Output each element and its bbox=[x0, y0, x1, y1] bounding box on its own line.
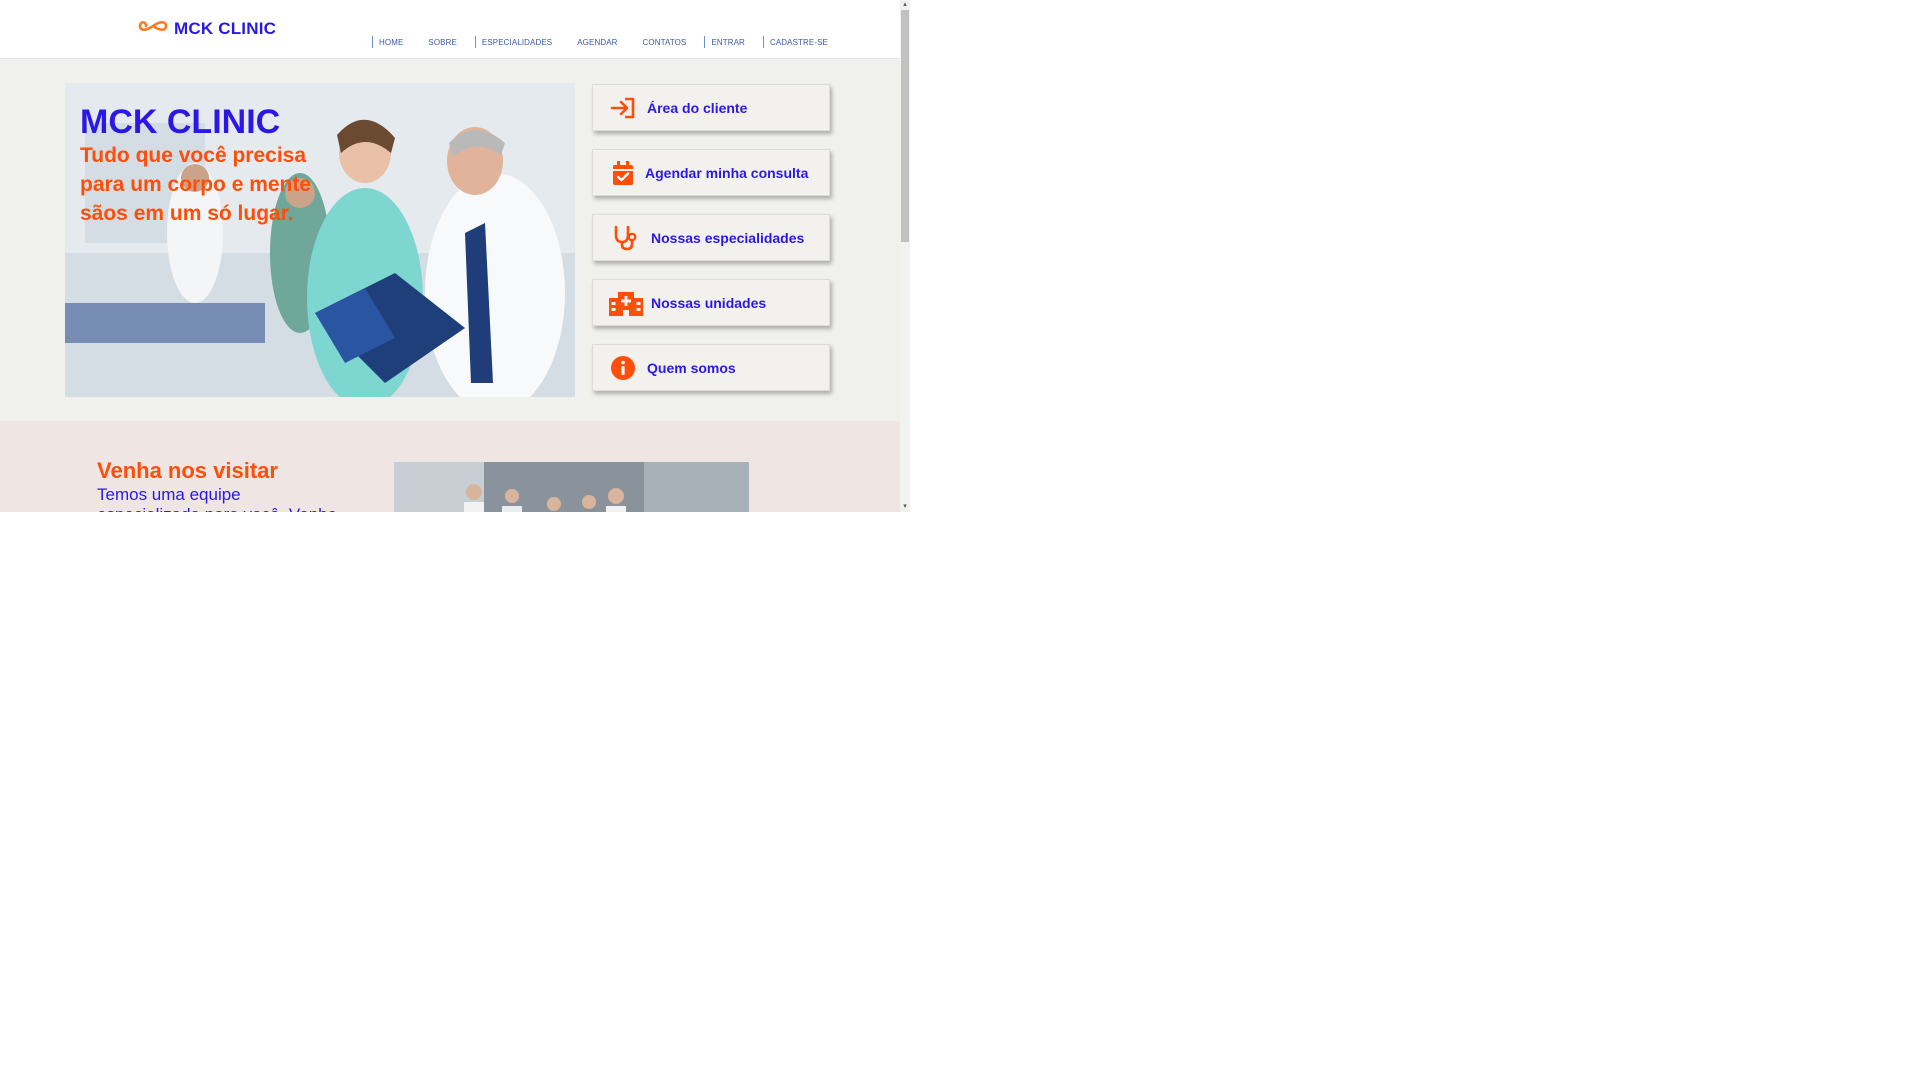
nav-label: HOME bbox=[379, 37, 404, 47]
hero-section: MCK CLINIC Tudo que você precisa para um… bbox=[0, 59, 900, 421]
hero-text: MCK CLINIC Tudo que você precisa para um… bbox=[80, 103, 340, 228]
info-icon bbox=[609, 354, 637, 382]
visit-title: Venha nos visitar bbox=[97, 458, 278, 483]
nav-separator bbox=[474, 36, 476, 48]
nav-sobre[interactable]: SOBRE bbox=[428, 38, 457, 47]
specialties-label: Nossas especialidades bbox=[651, 229, 805, 246]
login-icon bbox=[609, 94, 637, 122]
hero-subtitle: Tudo que você precisa para um corpo e me… bbox=[80, 144, 312, 225]
infinity-logo-icon bbox=[138, 18, 168, 39]
visit-text: Temos uma equipe especializada para você… bbox=[97, 485, 337, 512]
schedule-appointment-button[interactable]: Agendar minha consulta bbox=[592, 149, 830, 196]
vertical-scrollbar[interactable]: ▴ ▾ bbox=[900, 0, 910, 512]
scroll-down-arrow-icon[interactable]: ▾ bbox=[900, 502, 910, 512]
scroll-thumb[interactable] bbox=[901, 10, 909, 242]
nav-contatos[interactable]: CONTATOS bbox=[643, 38, 687, 47]
logo-text: MCK CLINIC bbox=[174, 18, 277, 38]
nav-label: CADASTRE-SE bbox=[769, 37, 828, 47]
client-area-button[interactable]: Área do cliente bbox=[592, 84, 830, 131]
client-area-label: Área do cliente bbox=[647, 99, 748, 116]
schedule-appointment-label: Agendar minha consulta bbox=[645, 164, 809, 181]
main-nav: HOME SOBRE ESPECIALIDADES AGENDAR CONTATOS EN… bbox=[372, 36, 846, 48]
about-us-label: Quem somos bbox=[647, 359, 736, 376]
browser-viewport: MCK CLINIC HOME SOBRE ESPECIALIDADES AGENDA… bbox=[0, 0, 910, 512]
nav-label: ENTRAR bbox=[711, 37, 745, 47]
about-us-button[interactable]: Quem somos bbox=[592, 344, 830, 391]
nav-agendar[interactable]: AGENDAR bbox=[577, 38, 617, 47]
nav-separator bbox=[372, 36, 373, 48]
team-photo bbox=[394, 462, 749, 512]
logo-link[interactable]: MCK CLINIC bbox=[138, 18, 276, 39]
calendar-check-icon bbox=[609, 159, 637, 187]
nav-entrar[interactable]: ENTRAR bbox=[704, 36, 745, 48]
units-label: Nossas unidades bbox=[651, 294, 767, 311]
units-button[interactable]: Nossas unidades bbox=[592, 279, 830, 326]
scroll-up-arrow-icon[interactable]: ▴ bbox=[900, 0, 910, 10]
nav-label: ESPECIALIDADES bbox=[481, 37, 553, 47]
nav-home[interactable]: HOME bbox=[372, 36, 403, 48]
site-header: MCK CLINIC HOME SOBRE ESPECIALIDADES AGENDA… bbox=[0, 0, 900, 59]
nav-label: AGENDAR bbox=[577, 37, 618, 47]
page: MCK CLINIC HOME SOBRE ESPECIALIDADES AGENDA… bbox=[0, 0, 900, 512]
hospital-icon bbox=[609, 289, 643, 317]
nav-label: CONTATOS bbox=[642, 37, 687, 47]
visit-section: Venha nos visitar Temos uma equipe espec… bbox=[0, 421, 900, 512]
hero-title: MCK CLINIC bbox=[80, 103, 281, 141]
nav-label: SOBRE bbox=[428, 37, 457, 47]
nav-separator bbox=[762, 36, 764, 48]
stethoscope-icon bbox=[611, 224, 639, 252]
nav-separator bbox=[704, 36, 706, 48]
nav-especialidades[interactable]: ESPECIALIDADES bbox=[474, 36, 553, 48]
specialties-button[interactable]: Nossas especialidades bbox=[592, 214, 830, 261]
quick-actions: Área do cliente Agendar minha consulta N… bbox=[592, 84, 830, 409]
nav-cadastre-se[interactable]: CADASTRE-SE bbox=[762, 36, 828, 48]
